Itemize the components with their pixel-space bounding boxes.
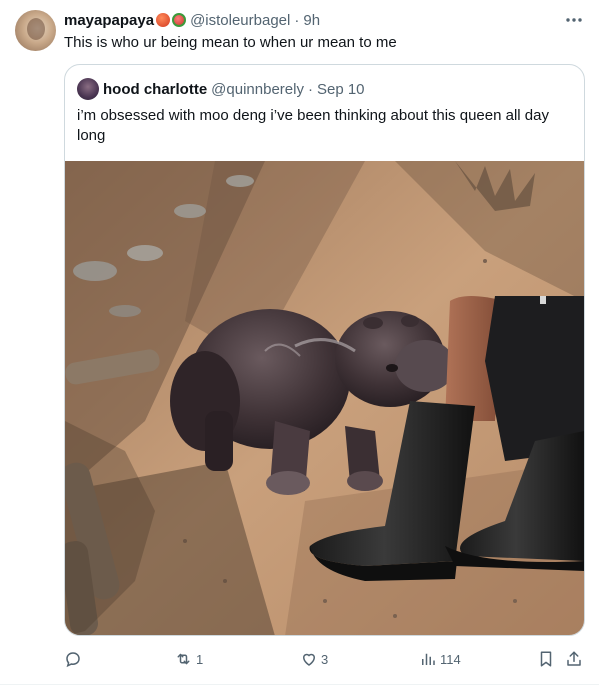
quoted-tweet[interactable]: hood charlotte @quinnberely · Sep 10 i’m… (64, 64, 585, 636)
quote-author-name[interactable]: hood charlotte (103, 81, 207, 98)
tweet-timestamp[interactable]: 9h (303, 12, 320, 29)
retweet-button[interactable]: 1 (174, 646, 203, 672)
quote-photo[interactable] (65, 161, 584, 635)
header-separator: · (294, 11, 300, 29)
share-button[interactable] (565, 646, 583, 672)
tweet-header: mayapapaya @istoleurbagel · 9h (64, 10, 584, 30)
like-button[interactable]: 3 (300, 646, 328, 672)
views-button[interactable]: 114 (419, 646, 461, 672)
author-avatar[interactable] (15, 10, 56, 51)
quote-header: hood charlotte @quinnberely · Sep 10 (77, 78, 572, 100)
views-count: 114 (440, 651, 461, 667)
tweet-card[interactable]: mayapapaya @istoleurbagel · 9h This is w… (0, 0, 599, 685)
more-horizontal-icon[interactable] (564, 10, 584, 30)
retweet-icon (174, 650, 193, 668)
bookmark-button[interactable] (537, 646, 555, 672)
tomato-emoji-icon (156, 13, 171, 27)
reply-button[interactable] (64, 646, 85, 672)
views-icon (419, 650, 437, 668)
author-name[interactable]: mayapapaya (64, 12, 154, 29)
heart-icon (300, 650, 318, 668)
share-icon (565, 650, 583, 668)
quote-separator: · (307, 80, 313, 98)
quote-date[interactable]: Sep 10 (317, 81, 365, 98)
quote-text: i’m obsessed with moo deng i’ve been thi… (77, 107, 549, 144)
reply-icon (64, 650, 82, 668)
like-count: 3 (321, 651, 329, 667)
quote-author-avatar[interactable] (77, 78, 99, 100)
bookmark-icon (537, 650, 555, 668)
retweet-count: 1 (196, 651, 204, 667)
quote-author-handle[interactable]: @quinnberely (211, 81, 304, 98)
tweet-text: This is who ur being mean to when ur mea… (64, 34, 397, 51)
watermelon-emoji-icon (172, 13, 187, 27)
author-handle[interactable]: @istoleurbagel (190, 12, 290, 29)
tweet-actions: 1 3 114 (64, 646, 585, 672)
